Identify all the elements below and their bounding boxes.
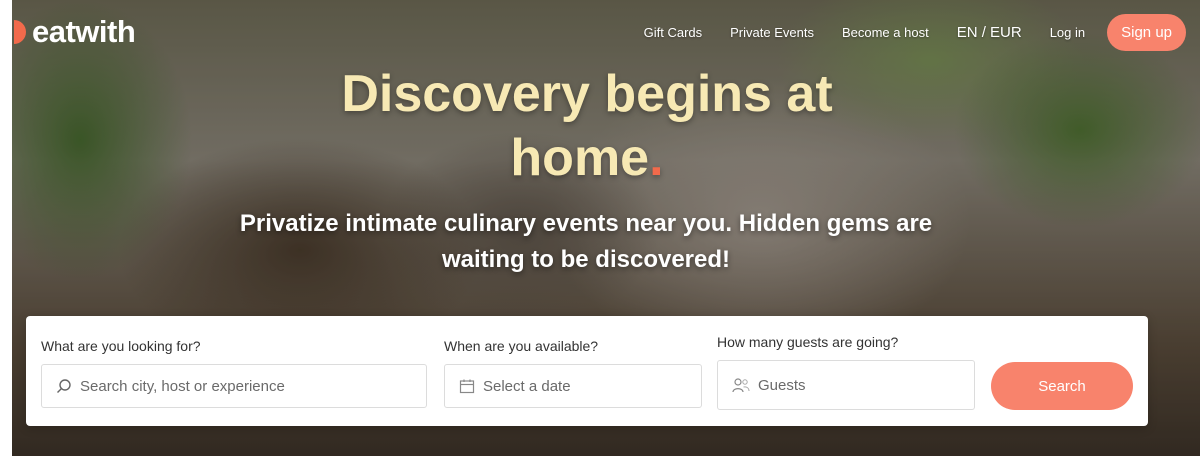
top-nav: Gift Cards Private Events Become a host … (630, 14, 1186, 51)
hero-section: eatwith Gift Cards Private Events Become… (0, 0, 1200, 459)
nav-login[interactable]: Log in (1036, 25, 1099, 40)
hero-headline-line2: home. (0, 126, 1174, 190)
hero-headline: Discovery begins at home. (0, 62, 1174, 190)
when-label: When are you available? (444, 338, 599, 354)
search-icon (56, 378, 72, 394)
hero-subline: Privatize intimate culinary events near … (239, 210, 933, 273)
nav-private-events[interactable]: Private Events (716, 25, 828, 40)
hero-headline-line1: Discovery begins at (341, 65, 833, 123)
date-input[interactable] (483, 365, 701, 407)
logo[interactable]: eatwith (14, 14, 136, 50)
what-input[interactable] (80, 365, 426, 407)
logo-mark-icon (14, 20, 26, 44)
language-currency-selector[interactable]: EN / EUR (943, 24, 1036, 41)
nav-become-host[interactable]: Become a host (828, 25, 943, 40)
nav-gift-cards[interactable]: Gift Cards (630, 25, 717, 40)
guests-input[interactable] (758, 361, 974, 409)
guests-icon (732, 377, 750, 393)
search-card: What are you looking for? When are you a… (26, 316, 1148, 426)
calendar-icon (459, 378, 475, 394)
hero-headline-word: home (510, 129, 650, 187)
what-field[interactable] (41, 364, 427, 408)
guests-field[interactable] (717, 360, 975, 410)
logo-text: eatwith (32, 14, 136, 49)
hero-headline-dot: . (649, 129, 664, 187)
signup-button[interactable]: Sign up (1107, 14, 1186, 51)
guests-label: How many guests are going? (717, 334, 899, 350)
what-label: What are you looking for? (41, 338, 201, 354)
when-field[interactable] (444, 364, 702, 408)
search-button[interactable]: Search (991, 362, 1133, 410)
